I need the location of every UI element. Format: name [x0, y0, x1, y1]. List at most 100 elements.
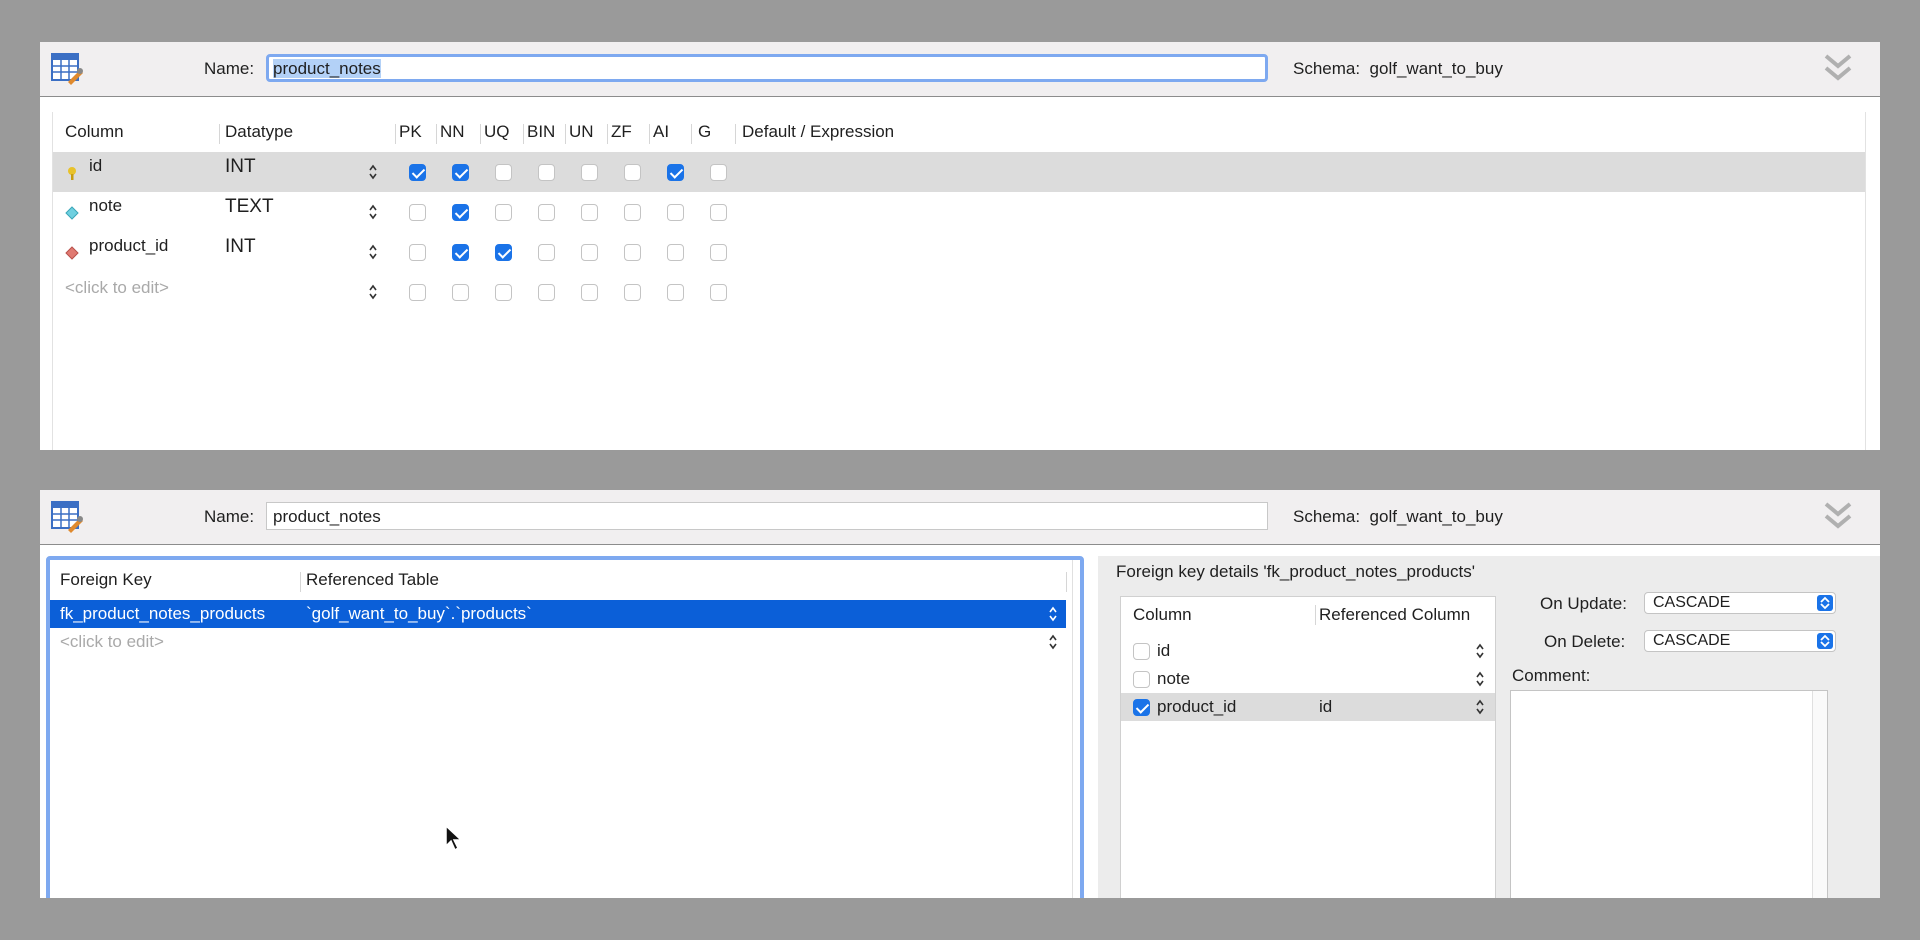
- nn-checkbox[interactable]: [452, 204, 469, 221]
- fk-mapping-row[interactable]: note: [1121, 665, 1495, 693]
- column-icon: [65, 206, 79, 220]
- header-column[interactable]: Column: [65, 112, 124, 152]
- header-column[interactable]: Column: [1133, 597, 1192, 633]
- column-name-cell[interactable]: product_id: [89, 236, 168, 256]
- fk-column-mapping-list[interactable]: Column Referenced Column id note product…: [1120, 596, 1496, 898]
- header-nn[interactable]: NN: [440, 112, 465, 152]
- fk-mapping-row[interactable]: id: [1121, 637, 1495, 665]
- datatype-cell[interactable]: INT: [225, 236, 256, 258]
- nn-checkbox[interactable]: [452, 244, 469, 261]
- fk-column-checkbox[interactable]: [1133, 643, 1150, 660]
- header-referenced-column[interactable]: Referenced Column: [1319, 597, 1470, 633]
- header-un[interactable]: UN: [569, 112, 594, 152]
- table-name-input[interactable]: product_notes: [266, 54, 1268, 82]
- table-row[interactable]: id INT: [53, 152, 1865, 192]
- columns-grid: Column Datatype PK NN UQ BIN UN ZF AI G …: [52, 112, 1866, 450]
- g-checkbox[interactable]: [710, 244, 727, 261]
- comment-textarea[interactable]: [1510, 690, 1828, 898]
- header-datatype[interactable]: Datatype: [225, 112, 293, 152]
- zf-checkbox[interactable]: [624, 244, 641, 261]
- referenced-column-stepper-icon[interactable]: [1475, 699, 1485, 715]
- pk-checkbox[interactable]: [409, 204, 426, 221]
- fk-column-name: note: [1157, 669, 1191, 688]
- zf-checkbox[interactable]: [624, 164, 641, 181]
- header-foreign-key[interactable]: Foreign Key: [60, 560, 152, 600]
- referenced-table-value[interactable]: `golf_want_to_buy`.`products`: [306, 604, 532, 624]
- comment-scrollbar[interactable]: [1812, 691, 1827, 898]
- foreign-key-list[interactable]: Foreign Key Referenced Table fk_product_…: [46, 556, 1084, 898]
- nn-checkbox[interactable]: [452, 284, 469, 301]
- column-name-cell[interactable]: id: [89, 156, 102, 176]
- zf-checkbox[interactable]: [624, 284, 641, 301]
- referenced-column-stepper-icon[interactable]: [1475, 671, 1485, 687]
- select-arrow-icon: [1817, 595, 1833, 611]
- datatype-stepper-icon[interactable]: [368, 164, 378, 180]
- table-row[interactable]: product_id INT: [53, 232, 1865, 272]
- zf-checkbox[interactable]: [624, 204, 641, 221]
- table-header-bar: Name: product_notes Schema: golf_want_to…: [40, 42, 1880, 97]
- uq-checkbox[interactable]: [495, 204, 512, 221]
- on-update-select[interactable]: CASCADE: [1644, 592, 1836, 614]
- header-referenced-table[interactable]: Referenced Table: [306, 560, 439, 600]
- datatype-stepper-icon[interactable]: [368, 204, 378, 220]
- table-editor-foreign-keys-panel: Name: product_notes Schema: golf_want_to…: [40, 490, 1880, 898]
- fk-referenced-column[interactable]: id: [1319, 697, 1332, 717]
- new-foreign-key-row[interactable]: <click to edit>: [50, 628, 1066, 656]
- header-bin[interactable]: BIN: [527, 112, 555, 152]
- un-checkbox[interactable]: [581, 284, 598, 301]
- new-column-row[interactable]: <click to edit>: [53, 272, 1865, 312]
- header-g[interactable]: G: [698, 112, 711, 152]
- bin-checkbox[interactable]: [538, 284, 555, 301]
- pk-checkbox[interactable]: [409, 244, 426, 261]
- g-checkbox[interactable]: [710, 164, 727, 181]
- primary-key-icon: [68, 167, 76, 180]
- ai-checkbox[interactable]: [667, 244, 684, 261]
- foreign-key-column-icon: [65, 246, 79, 260]
- header-uq[interactable]: UQ: [484, 112, 510, 152]
- ai-checkbox[interactable]: [667, 164, 684, 181]
- header-default-expression[interactable]: Default / Expression: [742, 112, 894, 152]
- header-ai[interactable]: AI: [653, 112, 669, 152]
- referenced-table-stepper-icon[interactable]: [1048, 634, 1058, 650]
- fk-column-checkbox[interactable]: [1133, 699, 1150, 716]
- referenced-table-stepper-icon[interactable]: [1048, 606, 1058, 622]
- bin-checkbox[interactable]: [538, 204, 555, 221]
- table-editor-icon: [51, 501, 83, 533]
- g-checkbox[interactable]: [710, 284, 727, 301]
- name-label: Name:: [204, 59, 255, 78]
- uq-checkbox[interactable]: [495, 164, 512, 181]
- uq-checkbox[interactable]: [495, 244, 512, 261]
- un-checkbox[interactable]: [581, 204, 598, 221]
- bin-checkbox[interactable]: [538, 244, 555, 261]
- ai-checkbox[interactable]: [667, 204, 684, 221]
- g-checkbox[interactable]: [710, 204, 727, 221]
- header-pk[interactable]: PK: [399, 112, 422, 152]
- pk-checkbox[interactable]: [409, 164, 426, 181]
- click-to-edit-placeholder[interactable]: <click to edit>: [60, 632, 164, 652]
- foreign-key-row[interactable]: fk_product_notes_products `golf_want_to_…: [50, 600, 1066, 628]
- referenced-column-stepper-icon[interactable]: [1475, 643, 1485, 659]
- datatype-cell[interactable]: TEXT: [225, 196, 274, 218]
- nn-checkbox[interactable]: [452, 164, 469, 181]
- datatype-stepper-icon[interactable]: [368, 244, 378, 260]
- fk-column-checkbox[interactable]: [1133, 671, 1150, 688]
- fk-mapping-row[interactable]: product_id id: [1121, 693, 1495, 721]
- on-delete-select[interactable]: CASCADE: [1644, 630, 1836, 652]
- pk-checkbox[interactable]: [409, 284, 426, 301]
- chevron-double-down-icon[interactable]: [1822, 500, 1854, 532]
- schema-info: Schema: golf_want_to_buy: [1293, 507, 1503, 526]
- table-name-input[interactable]: product_notes: [266, 502, 1268, 530]
- click-to-edit-placeholder[interactable]: <click to edit>: [65, 278, 169, 298]
- uq-checkbox[interactable]: [495, 284, 512, 301]
- bin-checkbox[interactable]: [538, 164, 555, 181]
- un-checkbox[interactable]: [581, 244, 598, 261]
- ai-checkbox[interactable]: [667, 284, 684, 301]
- foreign-key-name[interactable]: fk_product_notes_products: [60, 604, 265, 624]
- header-zf[interactable]: ZF: [611, 112, 632, 152]
- datatype-cell[interactable]: INT: [225, 156, 256, 178]
- un-checkbox[interactable]: [581, 164, 598, 181]
- chevron-double-down-icon[interactable]: [1822, 52, 1854, 84]
- table-row[interactable]: note TEXT: [53, 192, 1865, 232]
- datatype-stepper-icon[interactable]: [368, 284, 378, 300]
- column-name-cell[interactable]: note: [89, 196, 122, 216]
